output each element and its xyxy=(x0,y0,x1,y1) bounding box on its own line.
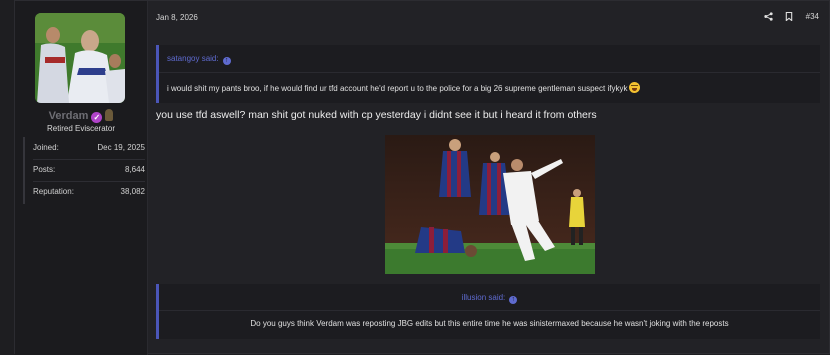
stat-label: Posts: xyxy=(33,165,56,174)
username-text[interactable]: Verdam xyxy=(49,110,89,122)
photo-content xyxy=(385,135,595,274)
stat-value: 8,644 xyxy=(124,165,145,174)
attached-image[interactable] xyxy=(385,135,595,274)
stat-joined: Joined: Dec 19, 2025 xyxy=(33,137,145,160)
arrow-up-circle-icon[interactable]: ↑ xyxy=(222,57,231,65)
quote-divider xyxy=(159,72,820,73)
username[interactable]: Verdam ✓ xyxy=(15,109,147,123)
post-number[interactable]: #34 xyxy=(806,12,819,21)
quote-author-name[interactable]: illusion said: xyxy=(462,293,506,302)
arrow-up-circle-icon[interactable]: ↑ xyxy=(509,296,518,304)
quote-author-name[interactable]: satangoy said: xyxy=(167,54,219,63)
laughing-emoji-icon xyxy=(629,82,641,93)
quote-author[interactable]: illusion said: ↑ xyxy=(159,293,820,304)
user-title: Retired Eviscerator xyxy=(46,124,116,133)
stat-posts: Posts: 8,644 xyxy=(33,159,145,182)
stat-value: 38,082 xyxy=(120,187,145,196)
quote-author[interactable]: satangoy said: ↑ xyxy=(167,54,231,65)
quote-divider xyxy=(159,310,820,311)
quote-block: illusion said: ↑ Do you guys think Verdam… xyxy=(156,284,820,339)
verified-badge-icon: ✓ xyxy=(91,112,103,123)
stat-value: Dec 19, 2025 xyxy=(97,143,145,152)
user-avatar[interactable] xyxy=(35,13,125,103)
stat-reputation: Reputation: 38,082 xyxy=(33,181,145,203)
quote-text: i would shit my pants broo, if he would … xyxy=(167,82,641,93)
quote-block: satangoy said: ↑ i would shit my pants br… xyxy=(156,45,820,103)
rank-icon xyxy=(105,109,114,121)
user-sidebar: Verdam ✓ Retired Eviscerator Joined: Dec … xyxy=(15,1,148,355)
bookmark-icon[interactable] xyxy=(785,12,793,22)
stat-label: Joined: xyxy=(33,143,59,152)
post-date[interactable]: Jan 8, 2026 xyxy=(156,13,198,22)
post-message: you use tfd aswell? man shit got nuked w… xyxy=(156,109,597,121)
share-icon[interactable] xyxy=(764,12,773,22)
user-stats: Joined: Dec 19, 2025 Posts: 8,644 Reputa… xyxy=(23,137,145,204)
quote-text-content: i would shit my pants broo, if he would … xyxy=(167,84,628,93)
post-container: Verdam ✓ Retired Eviscerator Joined: Dec … xyxy=(14,0,830,355)
quote-text: Do you guys think Verdam was reposting J… xyxy=(250,319,729,328)
post-actions: #34 xyxy=(754,12,819,22)
avatar-image xyxy=(35,13,125,103)
stat-label: Reputation: xyxy=(33,187,74,196)
